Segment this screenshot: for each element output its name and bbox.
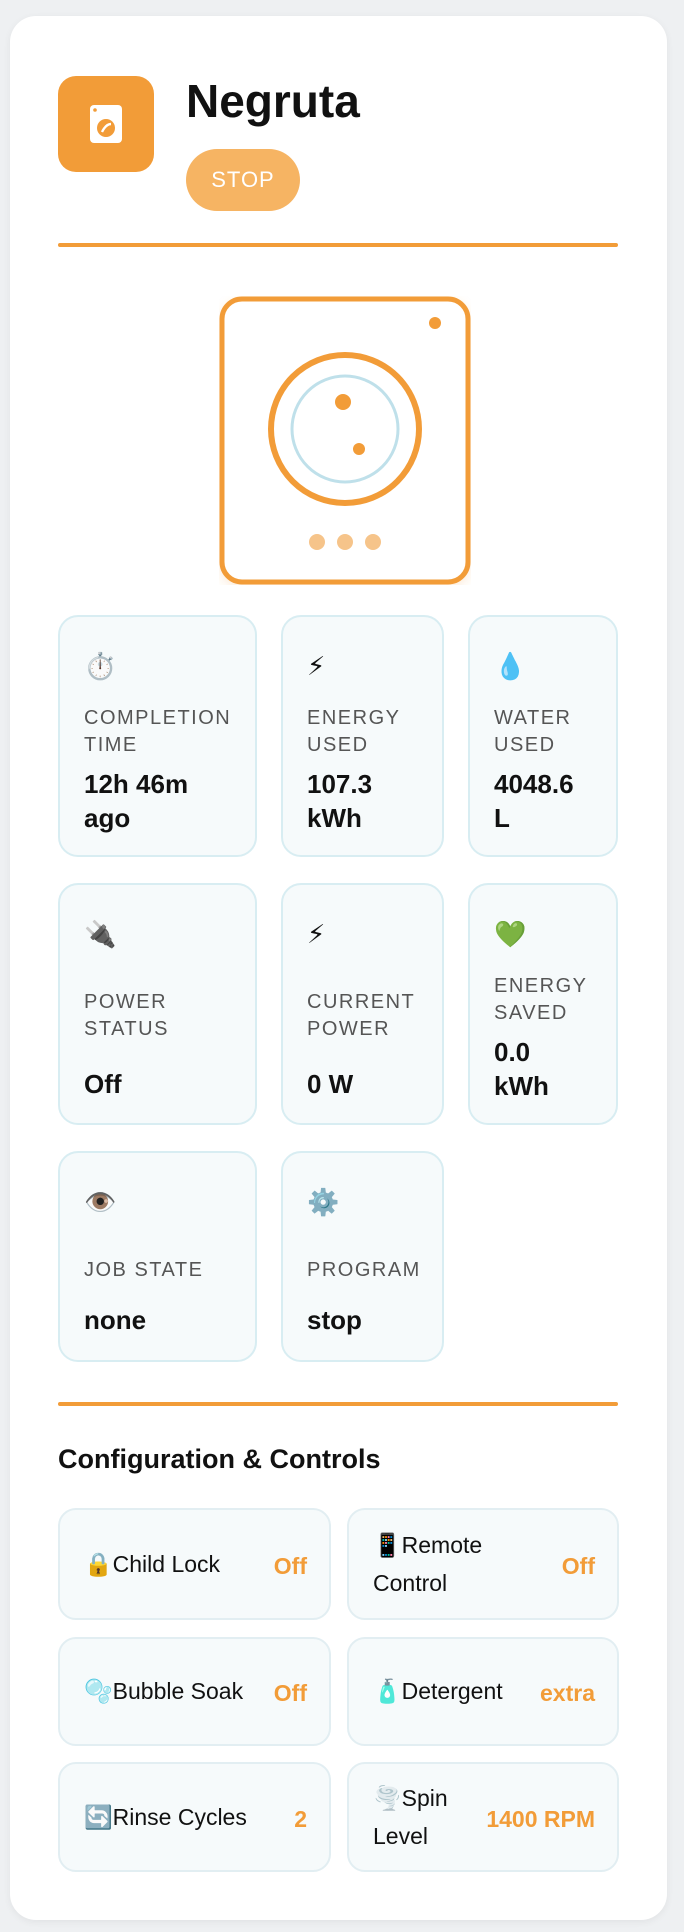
- stat-label: ENERGY: [307, 707, 401, 729]
- control-bubble-soak[interactable]: 🫧Bubble Soak Off: [58, 1637, 331, 1746]
- stat-value: stop: [307, 1305, 362, 1335]
- stat-value: kWh: [494, 1071, 549, 1101]
- stat-label: SAVED: [494, 1002, 568, 1024]
- eye-icon: 👁️: [84, 1187, 117, 1217]
- detergent-bottle-icon: 🧴: [373, 1678, 402, 1704]
- plug-icon: 🔌: [84, 919, 117, 949]
- section-divider: [58, 1402, 618, 1406]
- control-value: Off: [561, 1553, 595, 1579]
- stat-label: POWER: [84, 991, 168, 1013]
- stat-completion-time: ⏱️ COMPLETION TIME 12h 46m ago: [58, 615, 257, 857]
- stat-label: TIME: [84, 734, 138, 756]
- header-divider: [58, 243, 618, 247]
- stat-label: USED: [307, 734, 369, 756]
- stat-value: Off: [84, 1069, 122, 1099]
- control-label: 🔄Rinse Cycles: [84, 1804, 247, 1830]
- device-header: Negruta: [58, 74, 618, 184]
- stat-label: ENERGY: [494, 975, 588, 997]
- stat-label: WATER: [494, 707, 572, 729]
- stop-button[interactable]: STOP: [186, 149, 300, 211]
- stat-power-status: 🔌 POWER STATUS Off: [58, 883, 257, 1125]
- stat-job-state: 👁️ JOB STATE none: [58, 1151, 257, 1362]
- stopwatch-icon: ⏱️: [84, 651, 117, 681]
- stat-value: 0.0: [494, 1037, 531, 1067]
- stat-value: 0 W: [307, 1069, 354, 1099]
- bubbles-icon: 🫧: [84, 1678, 113, 1704]
- stat-label: JOB STATE: [84, 1259, 204, 1281]
- stat-label: POWER: [307, 1018, 391, 1040]
- stat-label: PROGRAM: [307, 1259, 421, 1281]
- control-label: Control: [373, 1570, 448, 1596]
- stat-value: ago: [84, 803, 131, 833]
- green-heart-icon: 💚: [494, 919, 527, 949]
- stat-value: none: [84, 1305, 147, 1335]
- control-value: Off: [273, 1553, 307, 1579]
- control-value: extra: [540, 1680, 595, 1706]
- stat-value: 4048.6: [494, 769, 574, 799]
- control-value: Off: [273, 1680, 307, 1706]
- control-remote-control[interactable]: 📱Remote Control Off: [347, 1508, 619, 1620]
- stat-energy-used: ⚡ ENERGY USED 107.3 kWh: [281, 615, 444, 857]
- control-label: Level: [373, 1823, 428, 1849]
- control-value: 2: [294, 1806, 307, 1832]
- control-label: 🔒Child Lock: [84, 1551, 221, 1577]
- stat-value: 107.3: [307, 769, 373, 799]
- washing-machine-icon: [58, 76, 154, 172]
- control-rinse-cycles[interactable]: 🔄Rinse Cycles 2: [58, 1762, 331, 1872]
- stat-energy-saved: 💚 ENERGY SAVED 0.0 kWh: [468, 883, 618, 1125]
- stat-water-used: 💧 WATER USED 4048.6 L: [468, 615, 618, 857]
- lightning-icon: ⚡: [307, 919, 326, 949]
- washer-illustration: [219, 296, 471, 585]
- control-child-lock[interactable]: 🔒Child Lock Off: [58, 1508, 331, 1620]
- stat-program: ⚙️ PROGRAM stop: [281, 1151, 444, 1362]
- control-spin-level[interactable]: 🌪️Spin Level 1400 RPM: [347, 1762, 619, 1872]
- stat-label: COMPLETION: [84, 707, 232, 729]
- lock-icon: 🔒: [84, 1551, 113, 1577]
- stat-value: L: [494, 803, 510, 833]
- stat-current-power: ⚡ CURRENT POWER 0 W: [281, 883, 444, 1125]
- control-label: 🫧Bubble Soak: [84, 1678, 244, 1704]
- phone-icon: 📱: [373, 1532, 402, 1558]
- stat-value: 12h 46m: [84, 769, 189, 799]
- control-detergent[interactable]: 🧴Detergent extra: [347, 1637, 619, 1746]
- page-title: Negruta: [186, 75, 360, 127]
- rinse-cycle-icon: 🔄: [84, 1804, 113, 1830]
- control-label: 📱Remote: [373, 1532, 483, 1558]
- control-label: 🌪️Spin: [373, 1785, 448, 1811]
- stat-value: kWh: [307, 803, 362, 833]
- control-label: 🧴Detergent: [373, 1678, 503, 1704]
- stat-label: USED: [494, 734, 556, 756]
- spin-tornado-icon: 🌪️: [373, 1785, 402, 1811]
- lightning-icon: ⚡: [307, 651, 326, 681]
- section-title: Configuration & Controls: [58, 1444, 381, 1474]
- washer-glyph: [90, 105, 122, 143]
- droplet-icon: 💧: [494, 651, 527, 681]
- stat-label: STATUS: [84, 1018, 169, 1040]
- control-value: 1400 RPM: [486, 1806, 595, 1832]
- stat-label: CURRENT: [307, 991, 416, 1013]
- gear-icon: ⚙️: [307, 1187, 340, 1217]
